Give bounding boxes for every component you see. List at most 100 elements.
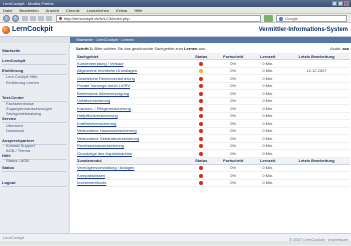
search-input[interactable]: Google [276, 15, 347, 22]
sidebar-section-2[interactable]: Einführung [2, 68, 23, 73]
time-cell: 0 Min. [252, 97, 284, 105]
table-row[interactable]: Vermögensverwaltung / Anlagen 0% 0 Min. [76, 164, 350, 172]
table-row[interactable]: Betriebliche Altersversorgung 0% 0 Min. [76, 89, 350, 98]
subject-link[interactable]: Investmentfonds [76, 179, 189, 187]
menu-item-datei[interactable]: Datei [3, 7, 12, 13]
table-row[interactable]: Kundenberatung / Verkauf 0% 0 Min. [76, 59, 350, 68]
status-light-icon [199, 114, 204, 119]
table-row[interactable]: Allgemeine rechtliche Grundlagen 0% 0 Min.… [76, 67, 350, 75]
sidebar-item-0[interactable]: Lern Cockpit Hilfe [6, 74, 38, 79]
minimize-button[interactable] [332, 1, 337, 6]
sidebar-item-4[interactable]: Sachgebietskatalog [6, 111, 41, 116]
menu-item-bearbeiten[interactable]: Bearbeiten [19, 7, 38, 13]
table-row[interactable]: Kraftfahrtversicherung 0% 0 Min. [76, 119, 350, 128]
subject-link[interactable]: Grundzüge des Kapitalmarktes [76, 149, 189, 158]
maximize-button[interactable] [338, 1, 343, 6]
status-cell [188, 59, 214, 68]
subject-link[interactable]: Haftpflichtversicherung [76, 112, 189, 120]
last-cell [283, 104, 350, 113]
subject-link[interactable]: Kranken- / Pflegeversicherung [76, 104, 189, 113]
subject-link[interactable]: Rechtsschutzversicherung [76, 142, 189, 150]
subject-link[interactable]: Allgemeine rechtliche Grundlagen [76, 67, 189, 75]
menu-item-chronik[interactable]: Chronik [66, 7, 80, 13]
favicon-icon [59, 17, 62, 20]
time-cell: 0 Min. [252, 119, 284, 128]
table-row[interactable]: Kompaktwissen 0% 0 Min. [76, 171, 350, 180]
forward-button[interactable]: › [12, 15, 19, 22]
home-icon[interactable] [38, 16, 44, 21]
subject-link[interactable]: Kompaktwissen [76, 171, 189, 180]
progress-cell: 0% [213, 82, 253, 90]
intro-bold: Lernen [184, 46, 198, 51]
stop-icon[interactable] [30, 16, 36, 21]
bookmark-icon[interactable] [46, 16, 52, 21]
table-row[interactable]: Grundzüge des Kapitalmarktes 0% 0 Min. [76, 149, 350, 158]
time-cell: 0 Min. [252, 67, 284, 75]
menu-item-extras[interactable]: Extras [116, 7, 127, 13]
account-name: aaa [342, 46, 349, 51]
table-row[interactable]: Investmentfonds 0% 0 Min. [76, 179, 350, 187]
time-cell: 0 Min. [252, 127, 284, 135]
last-cell [283, 97, 350, 105]
status-cell [188, 149, 214, 158]
subject-link[interactable]: Kraftfahrtversicherung [76, 119, 189, 128]
table-row[interactable]: Gesetzliche Rentenversicherung 0% 0 Min. [76, 74, 350, 83]
sidebar-item-9[interactable]: Status / AGB [6, 158, 29, 163]
reload-icon[interactable] [22, 16, 28, 21]
subject-link[interactable]: Kundenberatung / Verkauf [76, 59, 189, 68]
menu-item-hilfe[interactable]: Hilfe [134, 7, 142, 13]
table-row[interactable]: Unfallversicherung 0% 0 Min. [76, 97, 350, 105]
subject-link[interactable]: Unfallversicherung [76, 97, 189, 105]
subject-link[interactable]: Private Vorsorge durch LV/RV [76, 82, 189, 90]
subject-link[interactable]: Vermögensverwaltung / Anlagen [76, 164, 189, 172]
table-row[interactable]: Verbundene Gebäudeversicherung 0% 0 Min. [76, 134, 350, 143]
sidebar-item-8[interactable]: AGB / Thema [6, 148, 30, 153]
last-cell [283, 134, 350, 143]
status-light-icon [199, 144, 204, 149]
intro-text: Schritt 1: Bitte wählen Sie das gewünsch… [76, 46, 206, 51]
progress-cell: 0% [213, 134, 253, 143]
table-row[interactable]: Haftpflichtversicherung 0% 0 Min. [76, 112, 350, 120]
sidebar-section-3[interactable]: Test-Center [2, 95, 24, 100]
subject-link[interactable]: Verbundene Hausratversicherung [76, 127, 189, 135]
status-light-icon [199, 151, 204, 156]
subject-link[interactable]: Gesetzliche Rentenversicherung [76, 74, 189, 83]
status-cell [188, 134, 214, 143]
close-button[interactable] [344, 1, 349, 6]
status-cell [188, 164, 214, 172]
subject-link[interactable]: Betriebliche Altersversorgung [76, 89, 189, 98]
status-light-icon [199, 76, 204, 81]
search-placeholder: Google [285, 16, 298, 21]
sidebar-section-0[interactable]: Startseite [2, 48, 20, 53]
sidebar: Startseite LernCockpit Einführung Test-Cent… [0, 43, 68, 233]
table-row[interactable]: Private Vorsorge durch LV/RV 0% 0 Min. [76, 82, 350, 90]
sidebar-item-1[interactable]: Einführung Lernen [6, 80, 39, 85]
sidebar-section-4[interactable]: Service [2, 116, 16, 121]
table-row[interactable]: Verbundene Hausratversicherung 0% 0 Min. [76, 127, 350, 135]
address-bar[interactable]: http://lerncockpit.de/lc/LC3/index.php [56, 15, 261, 22]
time-cell: 0 Min. [252, 171, 284, 180]
status-cell [188, 119, 214, 128]
status-cell [188, 142, 214, 150]
menu-item-lesezeichen[interactable]: Lesezeichen [87, 7, 109, 13]
progress-cell: 0% [213, 179, 253, 187]
sidebar-item-6[interactable]: Download [6, 128, 24, 133]
subject-link[interactable]: Verbundene Gebäudeversicherung [76, 134, 189, 143]
status-cell [188, 127, 214, 135]
go-button[interactable] [264, 15, 273, 22]
system-title: Vermittler-Informations-System [258, 26, 348, 33]
back-button[interactable]: ‹ [3, 15, 10, 22]
progress-cell: 0% [213, 149, 253, 158]
sidebar-section-8[interactable]: Logout [2, 180, 16, 185]
progress-cell: 0% [213, 127, 253, 135]
sidebar-section-1[interactable]: LernCockpit [2, 58, 25, 63]
last-cell [283, 142, 350, 150]
status-cell [188, 67, 214, 75]
status-cell [188, 97, 214, 105]
window-titlebar: LernCockpit - Mozilla Firefox [0, 0, 351, 7]
progress-cell: 0% [213, 97, 253, 105]
table-row[interactable]: Kranken- / Pflegeversicherung 0% 0 Min. [76, 104, 350, 113]
sidebar-section-7[interactable]: Status [2, 165, 14, 170]
menu-item-ansicht[interactable]: Ansicht [46, 7, 59, 13]
table-row[interactable]: Rechtsschutzversicherung 0% 0 Min. [76, 142, 350, 150]
